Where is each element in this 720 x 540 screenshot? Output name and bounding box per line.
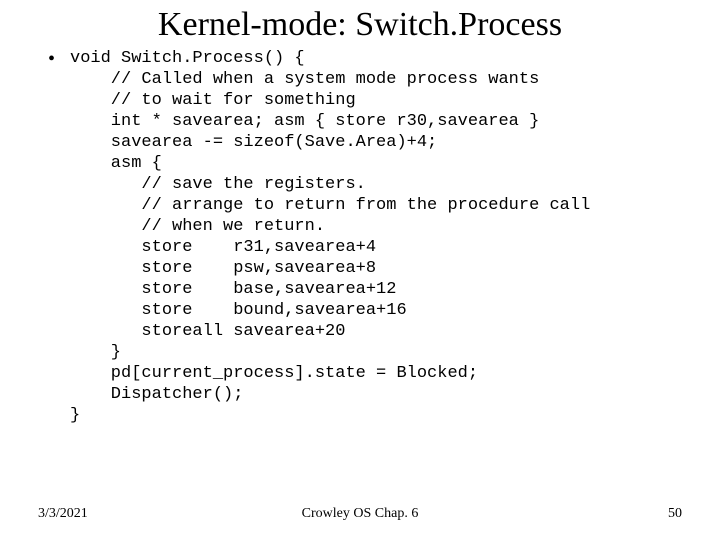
slide-body: • void Switch.Process() { // Called when…: [0, 44, 720, 426]
bullet-glyph: •: [48, 48, 70, 69]
slide: Kernel-mode: Switch.Process • void Switc…: [0, 0, 720, 540]
code-block: void Switch.Process() { // Called when a…: [70, 48, 590, 426]
footer-page-number: 50: [668, 506, 682, 522]
slide-title: Kernel-mode: Switch.Process: [0, 0, 720, 44]
bullet-item: • void Switch.Process() { // Called when…: [48, 48, 672, 426]
footer-center: Crowley OS Chap. 6: [0, 506, 720, 522]
